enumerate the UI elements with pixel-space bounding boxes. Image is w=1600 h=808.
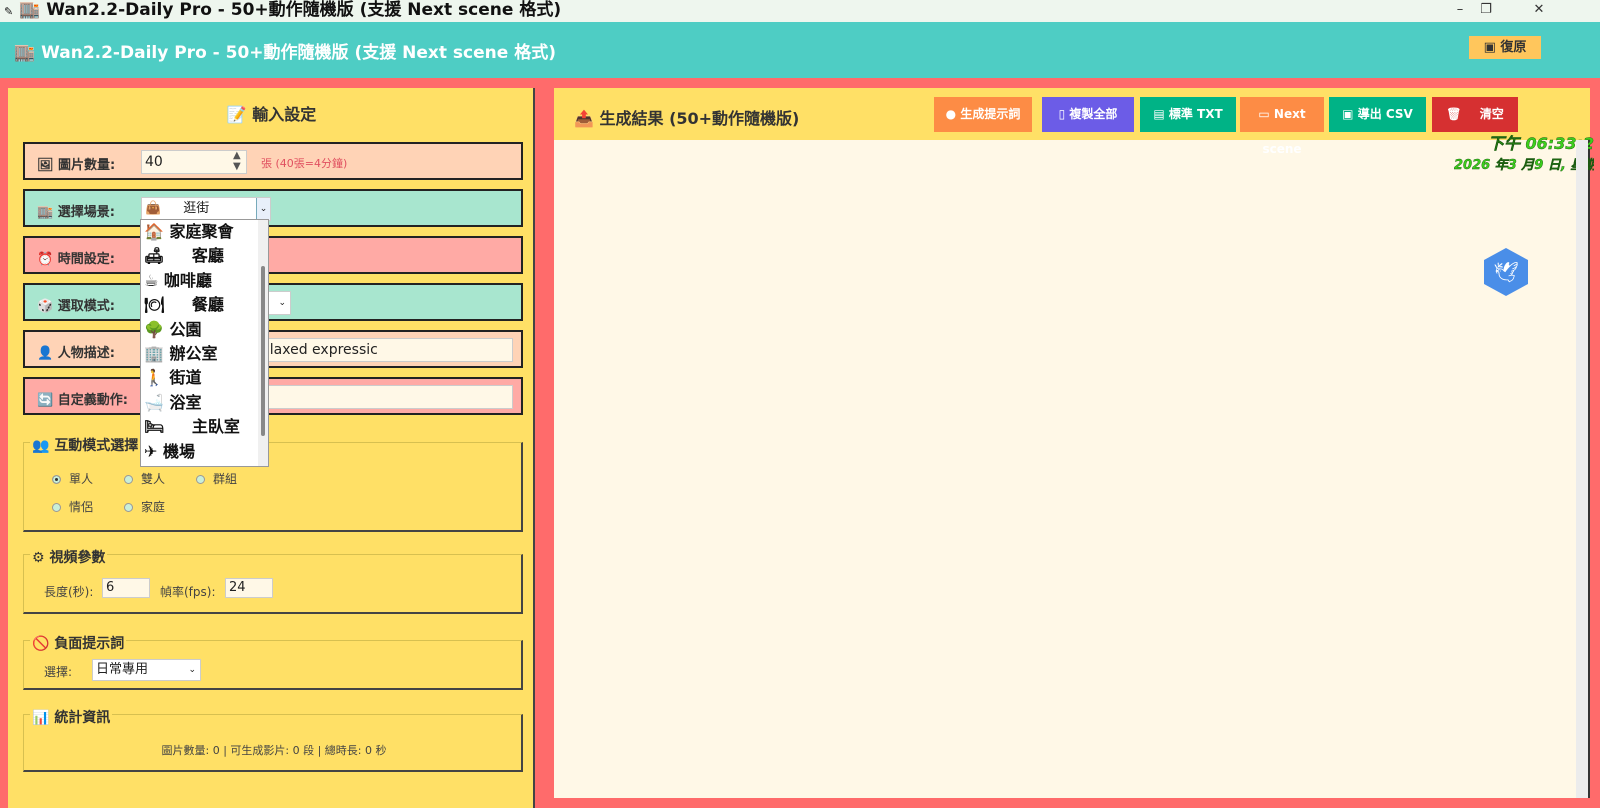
interaction-group: 👥 互動模式選擇 單人 雙人 群組 情侶 家庭 bbox=[23, 435, 523, 532]
store-icon: 🏬 bbox=[14, 43, 36, 63]
copy-all-button[interactable]: ▯ 複製全部 bbox=[1042, 97, 1134, 132]
image-count-hint: 張 (40張=4分鐘) bbox=[261, 157, 348, 170]
negative-prompt-title: 🚫 負面提示詞 bbox=[30, 633, 127, 653]
option-cafe[interactable]: ☕ 咖啡廳 bbox=[141, 269, 268, 293]
results-panel: 📤 生成結果 (50+動作隨機版) ● 生成提示詞 ▯ 複製全部 ▤ 標準 TX… bbox=[554, 88, 1594, 798]
scene-row: 🏬 選擇場景: 👜 逛街 ⌄ bbox=[23, 189, 523, 227]
standard-txt-button[interactable]: ▤ 標準 TXT bbox=[1140, 97, 1236, 132]
negative-select[interactable]: 日常專用 ⌄ bbox=[92, 659, 201, 681]
video-params-group: ⚙ 視頻參數 長度(秒): 6 幀率(fps): 24 bbox=[23, 547, 523, 614]
input-panel-title: 📝 輸入設定 bbox=[226, 105, 317, 124]
results-header: 📤 生成結果 (50+動作隨機版) ● 生成提示詞 ▯ 複製全部 ▤ 標準 TX… bbox=[554, 88, 1590, 156]
app-header: 🏬 Wan2.2-Daily Pro - 50+動作隨機版 (支援 Next s… bbox=[0, 22, 1600, 78]
time-row: ⏰ 時間設定: bbox=[23, 236, 523, 274]
scene-dropdown-list[interactable]: 🏠 家庭聚會 🛋 客廳 ☕ 咖啡廳 🍽 餐廳 🌳 公園 🏢 辦公室 🚶 街道 🛁… bbox=[140, 219, 269, 467]
option-bathroom[interactable]: 🛁 浴室 bbox=[141, 391, 268, 415]
image-count-spinbox[interactable]: 40 bbox=[141, 150, 247, 174]
option-living-room[interactable]: 🛋 客廳 bbox=[141, 244, 268, 268]
person-row: 👤 人物描述: atural makeup, relaxed expressic bbox=[23, 330, 523, 368]
option-master-bedroom[interactable]: 🛏 主臥室 bbox=[141, 415, 268, 439]
export-csv-button[interactable]: ▣ 導出 CSV bbox=[1329, 97, 1426, 132]
option-park[interactable]: 🌳 公園 bbox=[141, 318, 268, 342]
restore-button[interactable]: ▣ 復原 bbox=[1469, 36, 1541, 59]
image-count-row: 🖼 圖片數量: 40 ▲ ▼ 張 (40張=4分鐘) bbox=[23, 142, 523, 180]
mode-row: 🎲 選取模式: ⌄ bbox=[23, 283, 523, 321]
pencil-icon: ✎ bbox=[4, 5, 14, 18]
radio-single[interactable]: 單人 bbox=[52, 470, 93, 487]
chevron-down-icon: ⌄ bbox=[278, 298, 286, 308]
clock-widget: 下午 06:33:2 2026 年3 月9 日, 星期 bbox=[1454, 130, 1594, 173]
dropdown-scrollbar[interactable] bbox=[258, 220, 268, 466]
person-label: 👤 人物描述: bbox=[37, 346, 115, 361]
mode-label: 🎲 選取模式: bbox=[37, 299, 115, 314]
option-family-gathering[interactable]: 🏠 家庭聚會 bbox=[141, 220, 268, 244]
stats-text: 圖片數量: 0 | 可生成影片: 0 段 | 總時長: 0 秒 bbox=[161, 744, 387, 757]
clock-date: 2026 年3 月9 日, 星期 bbox=[1454, 158, 1594, 173]
chevron-down-icon[interactable]: ⌄ bbox=[256, 198, 270, 220]
option-restaurant[interactable]: 🍽 餐廳 bbox=[141, 293, 268, 317]
interaction-title: 👥 互動模式選擇 bbox=[30, 435, 141, 455]
scene-label: 🏬 選擇場景: bbox=[37, 205, 115, 220]
edit-icon: 📝 bbox=[226, 105, 247, 124]
maximize-button[interactable]: ❐ bbox=[1466, 0, 1506, 22]
radio-group[interactable]: 群組 bbox=[196, 470, 237, 487]
negative-prompt-group: 🚫 負面提示詞 選擇: 日常專用 ⌄ bbox=[23, 633, 523, 690]
option-airport[interactable]: ✈ 機場 bbox=[141, 440, 268, 464]
header-title: Wan2.2-Daily Pro - 50+動作隨機版 (支援 Next sce… bbox=[41, 43, 556, 63]
restore-icon: ▣ bbox=[1483, 40, 1496, 55]
time-label: ⏰ 時間設定: bbox=[37, 252, 115, 267]
image-count-label: 🖼 圖片數量: bbox=[37, 158, 116, 173]
stats-group: 📊 統計資訊 圖片數量: 0 | 可生成影片: 0 段 | 總時長: 0 秒 bbox=[23, 707, 523, 772]
dropdown-scroll-thumb[interactable] bbox=[261, 266, 265, 436]
custom-action-row: 🔄 自定義動作: bbox=[23, 377, 523, 415]
video-params-title: ⚙ 視頻參數 bbox=[30, 547, 108, 567]
length-input[interactable]: 6 bbox=[102, 578, 150, 598]
negative-select-label: 選擇: bbox=[44, 665, 73, 679]
input-panel: 📝 輸入設定 🖼 圖片數量: 40 ▲ ▼ 張 (40張=4分鐘) 🏬 選擇場景:… bbox=[8, 88, 535, 808]
radio-double[interactable]: 雙人 bbox=[124, 470, 165, 487]
option-office[interactable]: 🏢 辦公室 bbox=[141, 342, 268, 366]
shopping-icon: 👜 bbox=[145, 201, 162, 216]
results-title: 📤 生成結果 (50+動作隨機版) bbox=[574, 109, 800, 128]
stats-title: 📊 統計資訊 bbox=[30, 707, 113, 727]
chevron-down-icon: ⌄ bbox=[188, 665, 196, 675]
generate-prompts-button[interactable]: ● 生成提示詞 bbox=[934, 97, 1032, 132]
scene-select[interactable]: 👜 逛街 ⌄ bbox=[141, 197, 271, 221]
results-scrollbar[interactable] bbox=[1576, 140, 1588, 798]
window-titlebar: ✎ 🏬 Wan2.2-Daily Pro - 50+動作隨機版 (支援 Next… bbox=[0, 0, 1600, 22]
fps-input[interactable]: 24 bbox=[225, 578, 273, 598]
option-street[interactable]: 🚶 街道 bbox=[141, 366, 268, 390]
restore-label: 復原 bbox=[1500, 40, 1527, 55]
app-icon: 🏬 bbox=[19, 0, 41, 20]
window-title: Wan2.2-Daily Pro - 50+動作隨機版 (支援 Next sce… bbox=[46, 0, 562, 20]
clear-button[interactable]: 🗑 清空 bbox=[1432, 97, 1518, 132]
bird-app-icon[interactable]: 🕊 bbox=[1484, 248, 1528, 296]
radio-family[interactable]: 家庭 bbox=[124, 498, 165, 515]
clock-time: 下午 06:33:2 bbox=[1487, 134, 1594, 153]
spinner-arrows-icon[interactable]: ▲ ▼ bbox=[233, 150, 241, 172]
next-scene-button[interactable]: ▭ Next scene bbox=[1240, 97, 1324, 156]
close-button[interactable]: ✕ bbox=[1519, 0, 1559, 22]
fps-label: 幀率(fps): bbox=[160, 585, 216, 599]
radio-couple[interactable]: 情侶 bbox=[52, 498, 93, 515]
custom-action-label: 🔄 自定義動作: bbox=[37, 393, 128, 408]
length-label: 長度(秒): bbox=[44, 585, 94, 599]
